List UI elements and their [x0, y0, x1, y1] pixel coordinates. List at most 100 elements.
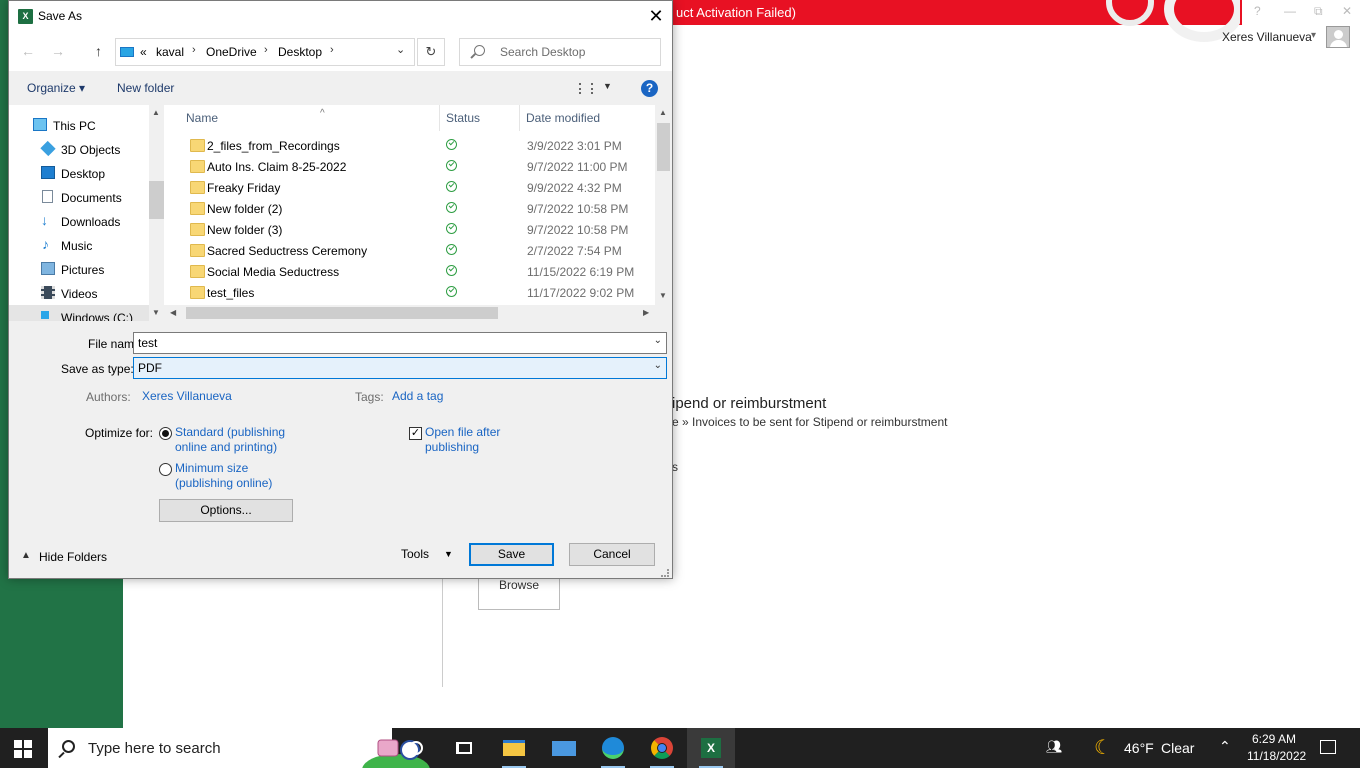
resize-grip-icon[interactable] — [661, 569, 669, 577]
chevron-down-icon[interactable]: ⌄ — [396, 43, 405, 56]
breadcrumb-overflow[interactable]: « — [140, 45, 147, 59]
file-list-horizontal-scrollbar[interactable]: ◀ ▶ — [164, 305, 672, 321]
dialog-titlebar[interactable]: X Save As ✕ — [9, 1, 672, 31]
list-item[interactable]: Sacred Seductress Ceremony 2/7/2022 7:54… — [164, 241, 654, 262]
nav-item-label: 3D Objects — [61, 143, 121, 157]
scroll-right-icon[interactable]: ▶ — [643, 308, 649, 317]
weather-moon-icon[interactable]: ☾ — [1094, 735, 1112, 760]
account-dropdown-icon[interactable]: ▾ — [1311, 30, 1316, 41]
list-item[interactable]: Freaky Friday 9/9/2022 4:32 PM — [164, 178, 654, 199]
nav-item-this-pc[interactable]: This PC — [9, 113, 149, 137]
search-input[interactable]: Search Desktop — [459, 38, 661, 66]
file-explorer-icon[interactable] — [490, 728, 538, 768]
chevron-right-icon[interactable]: › — [330, 44, 334, 56]
chevron-down-icon[interactable]: ⌄ — [654, 360, 662, 371]
open-after-publishing-checkbox[interactable]: ✓ — [409, 427, 422, 440]
people-icon[interactable]: 👥︎ — [1046, 739, 1063, 755]
file-name-field[interactable]: test ⌄ — [133, 332, 667, 354]
list-item[interactable]: Auto Ins. Claim 8-25-2022 9/7/2022 11:00… — [164, 157, 654, 178]
nav-item-3d-objects[interactable]: 3D Objects — [9, 137, 149, 161]
optimize-standard-radio[interactable] — [159, 427, 172, 440]
cortana-icon[interactable] — [392, 728, 440, 768]
column-header-status[interactable]: Status — [440, 105, 520, 131]
scrollbar-thumb[interactable] — [149, 181, 164, 219]
nav-item-desktop[interactable]: Desktop — [9, 161, 149, 185]
scrollbar-thumb[interactable] — [657, 123, 670, 171]
list-item[interactable]: Social Media Seductress 11/15/2022 6:19 … — [164, 262, 654, 283]
view-options-icon[interactable] — [579, 83, 593, 94]
breadcrumb-desktop[interactable]: Desktop — [278, 45, 322, 59]
new-folder-button[interactable]: New folder — [117, 81, 174, 95]
avatar[interactable] — [1326, 26, 1350, 48]
open-after-publishing-label[interactable]: Open file after publishing — [425, 425, 500, 455]
sync-status-icon — [446, 265, 457, 276]
taskbar-search-input[interactable]: Type here to search — [48, 728, 430, 768]
excel-icon[interactable]: X — [687, 728, 735, 768]
help-icon[interactable]: ? — [641, 80, 658, 97]
chrome-icon[interactable] — [638, 728, 686, 768]
chevron-down-icon[interactable]: ▼ — [603, 81, 612, 91]
address-bar[interactable]: « kaval › OneDrive › Desktop › ⌄ — [115, 38, 415, 66]
list-item[interactable]: New folder (2) 9/7/2022 10:58 PM — [164, 199, 654, 220]
list-item[interactable]: 2_files_from_Recordings 3/9/2022 3:01 PM — [164, 136, 654, 157]
authors-value[interactable]: Xeres Villanueva — [142, 389, 232, 404]
weather-temperature[interactable]: 46°F — [1124, 740, 1154, 756]
options-button[interactable]: Options... — [159, 499, 293, 522]
chevron-down-icon[interactable]: ▼ — [444, 549, 453, 559]
file-list-vertical-scrollbar[interactable]: ▲ ▼ — [655, 105, 672, 305]
column-label: Name — [186, 111, 219, 125]
breadcrumb-onedrive[interactable]: OneDrive — [206, 45, 257, 59]
edge-icon[interactable] — [589, 728, 637, 768]
close-icon[interactable]: ✕ — [1342, 4, 1352, 18]
weather-condition[interactable]: Clear — [1161, 740, 1194, 756]
close-icon[interactable]: ✕ — [642, 3, 670, 29]
show-hidden-icons-icon[interactable]: ⌃ — [1219, 738, 1231, 755]
nav-item-videos[interactable]: Videos — [9, 281, 149, 305]
refresh-icon[interactable]: ↻ — [417, 38, 445, 66]
scroll-down-icon[interactable]: ▼ — [659, 291, 667, 300]
column-header-name[interactable]: Name ^ — [180, 105, 440, 131]
account-name[interactable]: Xeres Villanueva — [1222, 30, 1312, 44]
scroll-up-icon[interactable]: ▲ — [152, 108, 160, 117]
tools-button[interactable]: Tools — [401, 547, 429, 561]
nav-item-documents[interactable]: Documents — [9, 185, 149, 209]
scroll-up-icon[interactable]: ▲ — [659, 108, 667, 117]
notifications-icon[interactable] — [1320, 740, 1336, 754]
nav-item-pictures[interactable]: Pictures — [9, 257, 149, 281]
save-button[interactable]: Save — [469, 543, 554, 566]
restore-icon[interactable]: ⧉ — [1314, 4, 1323, 19]
breadcrumb-kaval[interactable]: kaval — [156, 45, 184, 59]
windows-start-icon[interactable] — [14, 740, 32, 758]
optimize-minimum-radio[interactable] — [159, 463, 172, 476]
up-arrow-icon[interactable]: ↑ — [95, 43, 102, 59]
forward-arrow-icon[interactable]: → — [51, 43, 65, 59]
chevron-down-icon[interactable]: ⌄ — [654, 335, 662, 346]
task-view-icon[interactable] — [440, 728, 488, 768]
clock-date[interactable]: 11/18/2022 — [1247, 749, 1306, 763]
nav-item-windows-c[interactable]: Windows (C:) — [9, 305, 149, 321]
chevron-right-icon[interactable]: › — [264, 44, 268, 56]
nav-pane-scrollbar[interactable]: ▲ ▼ — [149, 105, 164, 321]
scroll-left-icon[interactable]: ◀ — [170, 308, 176, 317]
optimize-standard-label[interactable]: Standard (publishing online and printing… — [175, 425, 285, 455]
help-icon[interactable]: ? — [1254, 4, 1261, 18]
add-tag-link[interactable]: Add a tag — [392, 389, 443, 404]
save-as-type-select[interactable]: PDF ⌄ — [133, 357, 667, 379]
chevron-right-icon[interactable]: › — [192, 44, 196, 56]
clock-time[interactable]: 6:29 AM — [1252, 732, 1296, 746]
hide-folders-button[interactable]: Hide Folders — [39, 550, 107, 564]
list-item[interactable]: New folder (3) 9/7/2022 10:58 PM — [164, 220, 654, 241]
mail-icon[interactable] — [540, 728, 588, 768]
scroll-down-icon[interactable]: ▼ — [152, 308, 160, 317]
cancel-button[interactable]: Cancel — [569, 543, 655, 566]
minimize-icon[interactable]: — — [1284, 4, 1296, 18]
column-header-date-modified[interactable]: Date modified — [520, 105, 655, 131]
nav-item-music[interactable]: ♪ Music — [9, 233, 149, 257]
chevron-up-icon[interactable]: ▲ — [21, 550, 31, 561]
list-item[interactable]: test_files 11/17/2022 9:02 PM — [164, 283, 654, 304]
scrollbar-thumb[interactable] — [186, 307, 498, 319]
organize-button[interactable]: Organize ▾ — [27, 81, 85, 95]
nav-item-downloads[interactable]: ↓ Downloads — [9, 209, 149, 233]
optimize-minimum-label[interactable]: Minimum size (publishing online) — [175, 461, 272, 491]
back-arrow-icon[interactable]: ← — [21, 43, 35, 59]
